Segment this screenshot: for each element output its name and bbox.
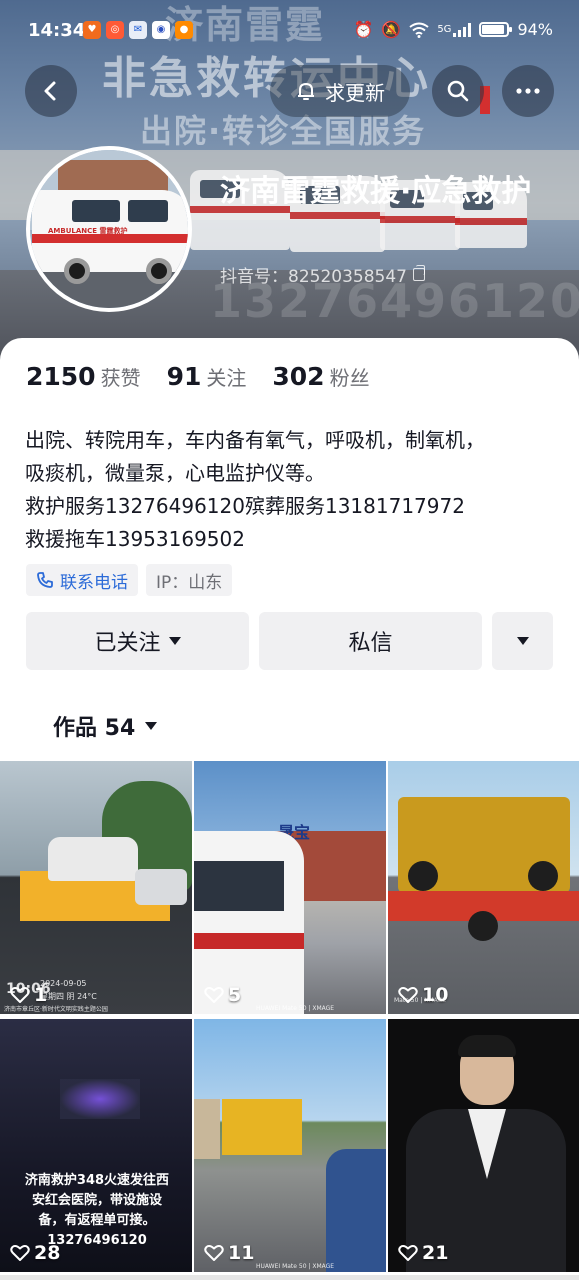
video-likes-count: 28 [34, 1242, 61, 1264]
alarm-icon: ⏰ [353, 20, 374, 39]
video-watermark: HUAWEI Mate 50 | XMAGE [256, 1263, 335, 1270]
signal-icon [453, 22, 472, 37]
battery-icon [479, 22, 513, 37]
stat-followers[interactable]: 302 粉丝 [272, 362, 369, 391]
video-likes: 10 [398, 984, 448, 1006]
stat-following-count: 91 [166, 362, 202, 391]
stat-likes-count: 2150 [26, 362, 96, 391]
video-overlay-line: 济南救护348火速发往西 [24, 1173, 170, 1188]
followed-label: 已关注 [94, 631, 161, 656]
status-system-icons: ⏰ 🔕 5G 94% [353, 20, 553, 39]
heart-icon [10, 1245, 30, 1261]
heart-icon [204, 1245, 224, 1261]
notification-app-icon: ● [175, 21, 193, 39]
heart-icon [398, 1245, 418, 1261]
heart-icon [398, 987, 418, 1003]
network-type: 5G [437, 24, 452, 35]
wifi-icon [409, 22, 429, 38]
request-update-label: 求更新 [325, 80, 385, 105]
followed-button[interactable]: 已关注 [26, 612, 249, 670]
request-update-button[interactable]: 求更新 [270, 65, 410, 117]
video-likes: 5 [204, 984, 241, 1006]
caret-down-icon [145, 722, 158, 730]
works-grid: 2024-09-05 10:06 星期四 阴 24°C 济南市章丘区·新时代文明… [0, 761, 579, 1280]
notification-app-icon: ✉ [129, 21, 147, 39]
avatar[interactable]: AMBULANCE 雷霆救护 [26, 146, 192, 312]
video-likes: 21 [398, 1242, 448, 1264]
stat-followers-count: 302 [272, 362, 325, 391]
video-overlay-line: 备，有返程单可接。 [38, 1213, 156, 1228]
bottom-strip [0, 1275, 579, 1280]
chevron-left-icon [44, 81, 56, 101]
video-overlay-line: 安红会医院，带设施设 [31, 1193, 162, 1208]
search-icon [447, 80, 469, 102]
profile-stats: 2150 获赞 91 关注 302 粉丝 [26, 362, 370, 391]
works-label: 作品 54 [53, 716, 136, 741]
heart-icon [10, 987, 30, 1003]
contact-phone-label: 联系电话 [60, 572, 128, 593]
stat-likes-label: 获赞 [100, 366, 141, 390]
heart-icon [204, 987, 224, 1003]
search-button[interactable] [432, 65, 484, 117]
notification-app-icon: ♥ [83, 21, 101, 39]
stat-following[interactable]: 91 关注 [167, 362, 247, 391]
notification-app-icon: ◉ [152, 21, 170, 39]
more-button[interactable] [502, 65, 554, 117]
profile-name: 济南雷霆救援·应急救护 [220, 174, 532, 209]
douyin-id-text: 抖音号：82520358547 [220, 267, 407, 287]
more-actions-dropdown[interactable] [492, 612, 553, 670]
message-label: 私信 [348, 631, 393, 656]
status-bar: 14:34 ♥ ◎ ✉ ◉ ● ⏰ 🔕 5G 94% [0, 0, 579, 62]
stat-likes[interactable]: 2150 获赞 [26, 362, 141, 391]
video-watermark: HUAWEI Mate 50 | XMAGE [256, 1005, 335, 1012]
contact-phone-tag[interactable]: 联系电话 [26, 564, 138, 596]
profile-actions: 已关注 私信 [26, 612, 553, 670]
status-time: 14:34 [28, 20, 86, 41]
video-likes-count: 10 [422, 984, 449, 1006]
video-likes-count: 1 [34, 984, 48, 1006]
status-notification-icons: ♥ ◎ ✉ ◉ ● [83, 21, 193, 39]
video-tile[interactable]: Mate 50 | XMAGE 10 [388, 761, 579, 1014]
ip-location-tag: IP：山东 [146, 564, 233, 596]
avatar-ambulance-text: AMBULANCE 雷霆救护 [48, 227, 128, 235]
video-overlay-text: 济南救护348火速发往西 安红会医院，带设施设 备，有返程单可接。 132764… [14, 1171, 180, 1251]
video-caption-weather: 星期四 阴 24°C [40, 992, 97, 1001]
message-button[interactable]: 私信 [259, 612, 482, 670]
copy-icon[interactable] [412, 265, 425, 281]
video-likes-count: 11 [228, 1242, 255, 1264]
video-likes: 1 [10, 984, 47, 1006]
stat-following-label: 关注 [206, 366, 247, 390]
more-icon [516, 88, 540, 94]
video-tile[interactable]: 济南救护348火速发往西 安红会医院，带设施设 备，有返程单可接。 132764… [0, 1019, 192, 1272]
video-likes: 11 [204, 1242, 254, 1264]
bell-icon [298, 83, 314, 100]
video-likes: 28 [10, 1242, 60, 1264]
video-tile[interactable]: 晟宝 HUAWEI Mate 50 | XMAGE 5 [194, 761, 386, 1014]
back-button[interactable] [25, 65, 77, 117]
battery-percent: 94% [517, 20, 553, 39]
profile-tags: 联系电话 IP：山东 [26, 564, 233, 596]
video-likes-count: 5 [228, 984, 242, 1006]
caret-down-icon [168, 637, 181, 645]
mute-icon: 🔕 [381, 20, 402, 39]
works-tab[interactable]: 作品 54 [53, 710, 158, 742]
video-tile[interactable]: 21 [388, 1019, 579, 1272]
video-tile[interactable]: HUAWEI Mate 50 | XMAGE 11 [194, 1019, 386, 1272]
douyin-id[interactable]: 抖音号：82520358547 [220, 262, 425, 287]
stat-followers-label: 粉丝 [329, 366, 370, 390]
video-tile[interactable]: 2024-09-05 10:06 星期四 阴 24°C 济南市章丘区·新时代文明… [0, 761, 192, 1014]
ip-location-label: IP：山东 [156, 572, 223, 593]
video-likes-count: 21 [422, 1242, 449, 1264]
caret-down-icon [516, 637, 529, 645]
profile-bio: 出院、转院用车，车内备有氧气，呼吸机，制氧机， 吸痰机，微量泵，心电监护仪等。 … [25, 428, 485, 551]
notification-app-icon: ◎ [106, 21, 124, 39]
phone-icon [37, 572, 53, 588]
